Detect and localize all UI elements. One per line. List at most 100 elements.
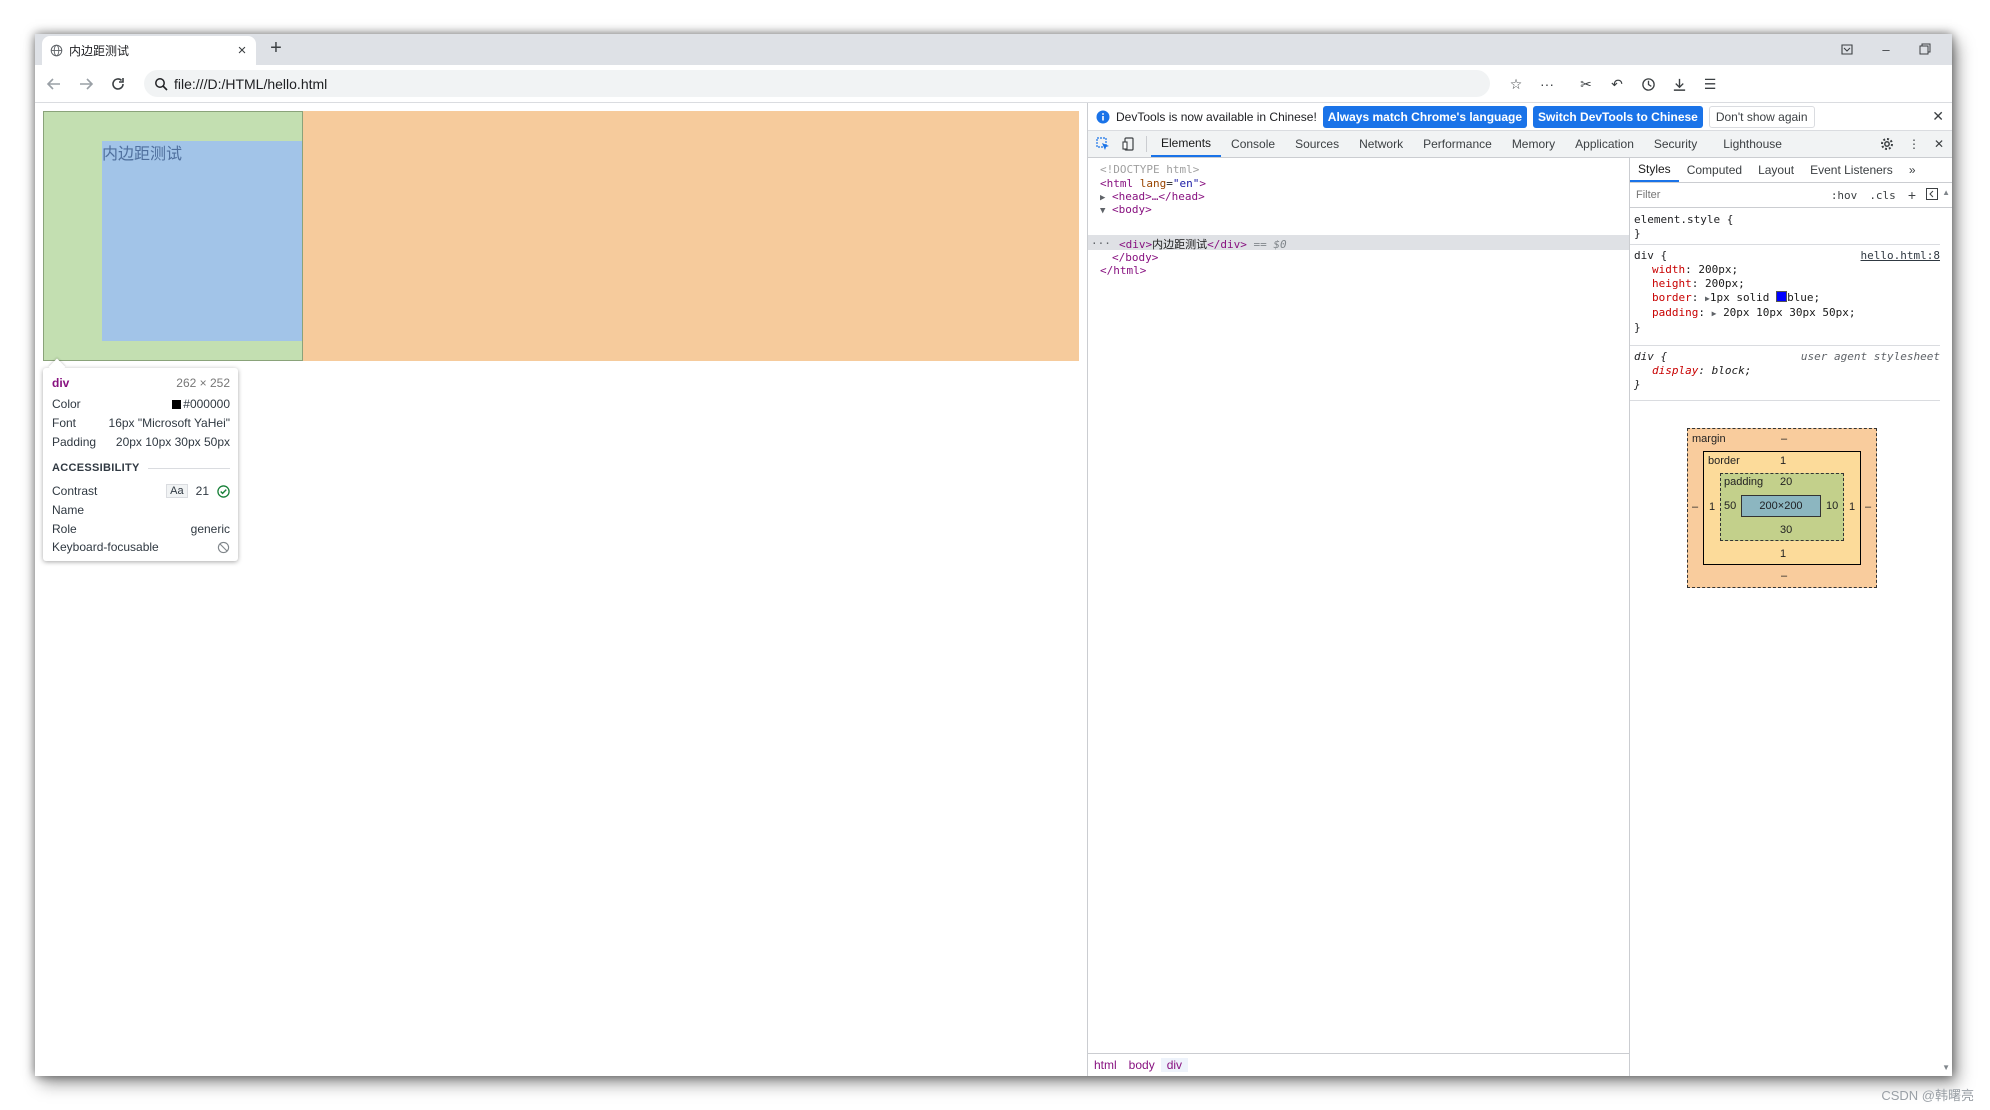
more-options-icon[interactable]: ⋮: [1902, 131, 1926, 157]
more-dots-icon[interactable]: ···: [1536, 73, 1558, 95]
tab-security[interactable]: Security: [1644, 131, 1707, 157]
info-icon: [1096, 110, 1110, 123]
tab-network[interactable]: Network: [1349, 131, 1413, 157]
history-icon[interactable]: [1637, 73, 1659, 95]
settings-gear-icon[interactable]: [1872, 131, 1902, 157]
margin-left-value[interactable]: –: [1692, 501, 1698, 513]
subtab-event-listeners[interactable]: Event Listeners: [1802, 158, 1901, 182]
tab-elements[interactable]: Elements: [1151, 131, 1222, 157]
forward-icon[interactable]: [75, 73, 97, 95]
padding-bottom-value[interactable]: 30: [1780, 524, 1792, 536]
expand-triangle-icon[interactable]: ▶: [1100, 193, 1105, 203]
rule-source-link[interactable]: hello.html:8: [1861, 249, 1940, 263]
breadcrumb-html[interactable]: html: [1088, 1058, 1123, 1072]
prop-padding[interactable]: padding: [1652, 306, 1698, 319]
dom-html-node[interactable]: <html lang="en">: [1100, 177, 1206, 190]
tooltip-padding-label: Padding: [52, 435, 97, 449]
subtab-computed[interactable]: Computed: [1679, 158, 1750, 182]
tab-lighthouse[interactable]: Lighthouse: [1713, 131, 1792, 157]
menu-icon[interactable]: ☰: [1699, 73, 1721, 95]
border-top-value[interactable]: 1: [1780, 455, 1786, 467]
div-element-highlight[interactable]: 内边距测试: [43, 111, 303, 361]
breadcrumb-body[interactable]: body: [1123, 1058, 1161, 1072]
dom-div-node[interactable]: <div>内边距测试</div> == $0: [1119, 236, 1287, 252]
dom-body-close[interactable]: </body>: [1112, 251, 1158, 264]
toggle-sidebar-icon[interactable]: [1926, 187, 1938, 203]
cls-toggle[interactable]: .cls: [1869, 189, 1896, 202]
always-match-language-button[interactable]: Always match Chrome's language: [1322, 105, 1528, 128]
scroll-down-arrow-icon[interactable]: ▼: [1942, 1063, 1950, 1072]
blue-color-swatch[interactable]: [1776, 291, 1788, 302]
close-infobar-icon[interactable]: ✕: [1932, 108, 1944, 125]
box-model-padding[interactable]: padding 20 30 50 10 200×200: [1720, 473, 1844, 541]
subtab-layout[interactable]: Layout: [1750, 158, 1802, 182]
tab-memory[interactable]: Memory: [1502, 131, 1565, 157]
device-toolbar-icon[interactable]: [1116, 131, 1142, 157]
restore-icon[interactable]: [1914, 40, 1936, 58]
inspect-element-icon[interactable]: [1088, 131, 1116, 157]
download-icon[interactable]: [1668, 73, 1690, 95]
val-height[interactable]: 200px;: [1705, 277, 1745, 290]
val-border[interactable]: 1px solid: [1710, 291, 1770, 304]
padding-right-value[interactable]: 10: [1826, 500, 1838, 512]
breadcrumb-div[interactable]: div: [1160, 1058, 1189, 1072]
switch-to-chinese-button[interactable]: Switch DevTools to Chinese: [1533, 105, 1703, 128]
margin-bottom-value[interactable]: –: [1781, 570, 1787, 582]
new-tab-button[interactable]: +: [265, 37, 287, 59]
box-model-content[interactable]: 200×200: [1741, 495, 1821, 517]
margin-right-value[interactable]: –: [1865, 501, 1871, 513]
reload-icon[interactable]: [107, 73, 129, 95]
margin-top-value[interactable]: –: [1781, 433, 1787, 445]
tab-application[interactable]: Application: [1565, 131, 1644, 157]
val-padding[interactable]: 20px 10px 30px 50px;: [1723, 306, 1855, 319]
box-model-margin[interactable]: margin – – – – border 1 1 1 1 padding 20…: [1687, 428, 1877, 588]
browser-tab[interactable]: 内边距测试 ×: [42, 36, 256, 65]
subtab-styles[interactable]: Styles: [1630, 158, 1679, 182]
check-circle-icon: [217, 484, 230, 498]
dom-more-dots-icon[interactable]: ···: [1091, 237, 1111, 250]
prop-width[interactable]: width: [1652, 263, 1685, 276]
dom-html-close[interactable]: </html>: [1100, 264, 1146, 277]
scroll-up-arrow-icon[interactable]: ▲: [1942, 188, 1950, 197]
val-border-color[interactable]: blue;: [1787, 291, 1820, 304]
tab-search-icon[interactable]: [1836, 40, 1858, 58]
rule-close-brace: }: [1634, 378, 1641, 391]
dont-show-again-button[interactable]: Don't show again: [1708, 105, 1815, 128]
prop-border[interactable]: border: [1652, 291, 1692, 304]
dom-head-tag: <head>…</head>: [1112, 190, 1205, 203]
styles-filter-input[interactable]: [1634, 188, 1808, 202]
minimize-icon[interactable]: –: [1875, 40, 1897, 58]
prop-height[interactable]: height: [1652, 277, 1692, 290]
val-width[interactable]: 200px;: [1698, 263, 1738, 276]
browser-toolbar: file:///D:/HTML/hello.html ☆ ··· ✂ ↶ ☰: [35, 65, 1952, 103]
close-devtools-icon[interactable]: ✕: [1926, 131, 1952, 157]
search-icon: [155, 77, 168, 91]
div-selector[interactable]: div {: [1634, 249, 1667, 263]
expand-padding-icon[interactable]: ▶: [1712, 309, 1717, 318]
back-icon[interactable]: [43, 73, 65, 95]
div-text: 内边距测试: [102, 146, 183, 163]
close-tab-icon[interactable]: ×: [234, 42, 250, 59]
padding-left-value[interactable]: 50: [1724, 500, 1736, 512]
border-right-value[interactable]: 1: [1849, 501, 1855, 513]
element-style-selector[interactable]: element.style {: [1634, 213, 1940, 227]
tab-console[interactable]: Console: [1221, 131, 1285, 157]
rule-div-author: div { hello.html:8 width: 200px; height:…: [1634, 249, 1940, 334]
tab-performance[interactable]: Performance: [1413, 131, 1502, 157]
dom-head-node[interactable]: ▶ <head>…</head>: [1100, 190, 1205, 203]
collapse-triangle-icon[interactable]: ▼: [1100, 206, 1105, 216]
more-tabs-chevron-icon[interactable]: »: [1901, 158, 1924, 182]
dom-body-node[interactable]: ▼ <body>: [1100, 203, 1152, 216]
undo-icon[interactable]: ↶: [1606, 73, 1628, 95]
dom-doctype[interactable]: <!DOCTYPE html>: [1100, 163, 1199, 176]
address-bar[interactable]: file:///D:/HTML/hello.html: [144, 70, 1490, 97]
box-model-border[interactable]: border 1 1 1 1 padding 20 30 50 10 200×2…: [1703, 451, 1861, 565]
tab-sources[interactable]: Sources: [1285, 131, 1349, 157]
new-style-rule-icon[interactable]: +: [1908, 187, 1916, 203]
padding-top-value[interactable]: 20: [1780, 476, 1792, 488]
border-left-value[interactable]: 1: [1709, 501, 1715, 513]
scissors-icon[interactable]: ✂: [1575, 73, 1597, 95]
border-bottom-value[interactable]: 1: [1780, 548, 1786, 560]
hov-toggle[interactable]: :hov: [1831, 189, 1858, 202]
bookmark-star-icon[interactable]: ☆: [1505, 73, 1527, 95]
